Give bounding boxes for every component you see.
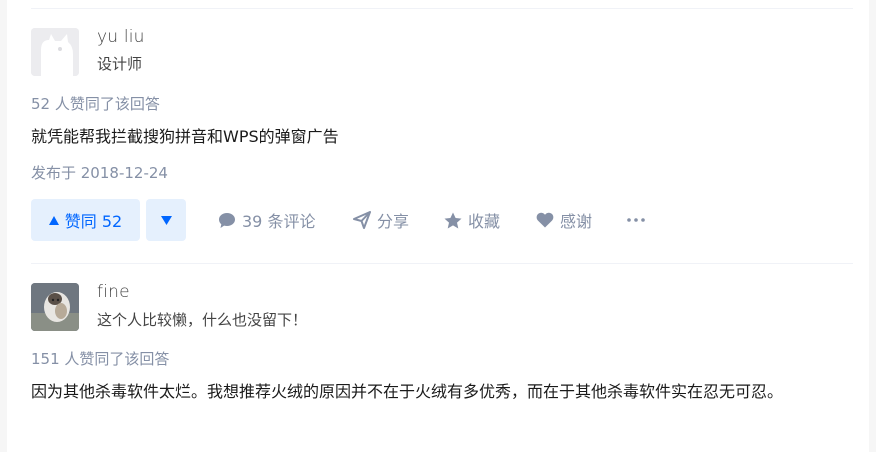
answer-list: yu liu 设计师 52 人赞同了该回答 就凭能帮我拦截搜狗拼音和WPS的弹窗… bbox=[7, 0, 869, 452]
divider bbox=[31, 8, 853, 9]
vote-count: 151 人赞同了该回答 bbox=[31, 350, 170, 368]
share-icon bbox=[353, 211, 371, 229]
author-name[interactable]: fine bbox=[97, 282, 130, 302]
publish-date[interactable]: 发布于 2018-12-24 bbox=[31, 162, 168, 183]
answer-content: 就凭能帮我拦截搜狗拼音和WPS的弹窗广告 bbox=[31, 127, 339, 146]
divider bbox=[31, 263, 853, 264]
star-icon bbox=[444, 212, 462, 228]
author-bio: 设计师 bbox=[97, 55, 143, 73]
favorite-label: 收藏 bbox=[468, 212, 501, 231]
default-avatar-icon bbox=[31, 28, 79, 76]
comment-icon bbox=[219, 212, 235, 228]
comment-button[interactable]: 39 条评论 bbox=[218, 199, 315, 241]
cat-photo-avatar-icon bbox=[31, 283, 79, 331]
comment-count: 39 条评论 bbox=[242, 212, 316, 231]
thanks-button[interactable]: 感谢 bbox=[536, 199, 592, 241]
upvote-label: 赞同 52 bbox=[64, 212, 123, 231]
downvote-icon bbox=[160, 215, 172, 225]
downvote-button[interactable] bbox=[146, 199, 186, 241]
more-button[interactable] bbox=[627, 199, 645, 241]
heart-icon bbox=[536, 212, 554, 228]
thanks-label: 感谢 bbox=[560, 212, 593, 231]
author-bio: 这个人比较懒，什么也没留下！ bbox=[97, 311, 308, 329]
avatar[interactable] bbox=[31, 28, 79, 76]
upvote-button[interactable]: 赞同 52 bbox=[31, 199, 140, 241]
answer-content: 因为其他杀毒软件太烂。我想推荐火绒的原因并不在于火绒有多优秀，而在于其他杀毒软件… bbox=[31, 382, 784, 401]
vote-count: 52 人赞同了该回答 bbox=[31, 95, 160, 113]
more-icon bbox=[627, 218, 645, 222]
share-label: 分享 bbox=[377, 212, 410, 231]
favorite-button[interactable]: 收藏 bbox=[444, 199, 500, 241]
author-name[interactable]: yu liu bbox=[97, 27, 145, 47]
upvote-icon bbox=[48, 215, 59, 225]
avatar[interactable] bbox=[31, 283, 79, 331]
share-button[interactable]: 分享 bbox=[353, 199, 409, 241]
